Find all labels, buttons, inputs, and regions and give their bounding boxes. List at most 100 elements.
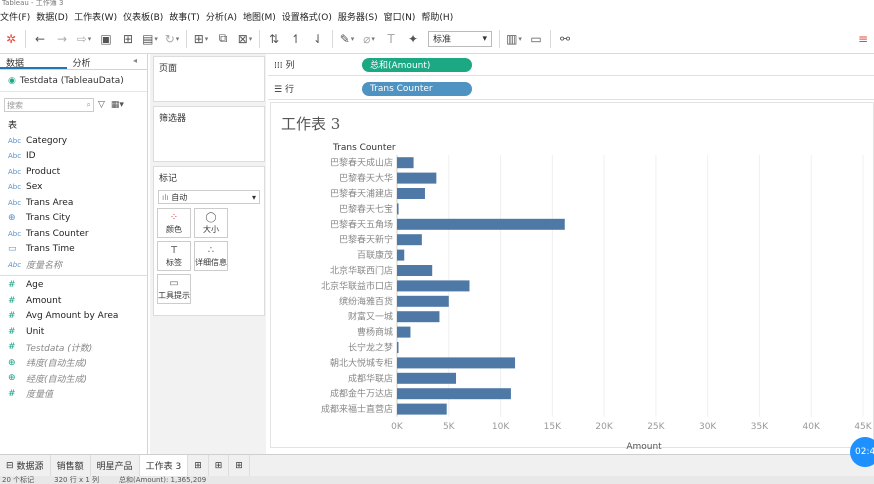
- menu-format[interactable]: 设置格式(O): [282, 10, 338, 23]
- bar: [397, 188, 425, 199]
- pin-icon[interactable]: ✦: [402, 28, 424, 50]
- sort-ascending-icon[interactable]: ↿: [285, 28, 307, 50]
- new-dashboard-icon[interactable]: ⊞: [209, 454, 230, 477]
- field-search-input[interactable]: 搜索 ⌕: [4, 98, 94, 112]
- field-sex[interactable]: Abc Sex: [0, 180, 147, 196]
- field-trans-city[interactable]: ⊕ Trans City: [0, 211, 147, 227]
- new-worksheet-icon[interactable]: ⊞: [188, 454, 209, 477]
- group-icon[interactable]: ⌀: [358, 28, 380, 50]
- menu-worksheet[interactable]: 工作表(W): [74, 10, 123, 23]
- share-icon[interactable]: ⚯: [554, 28, 576, 50]
- sheet-tab-sales[interactable]: 销售额: [51, 454, 91, 477]
- labels-icon[interactable]: T: [380, 28, 402, 50]
- menu-data[interactable]: 数据(D): [36, 10, 74, 23]
- field-label: 纬度(自动生成): [26, 359, 88, 370]
- field-label: Category: [26, 135, 68, 146]
- swap-icon[interactable]: ⇅: [263, 28, 285, 50]
- calendar-icon: ▭: [8, 244, 17, 255]
- datasource-item[interactable]: ◉ Testdata (TableauData): [0, 70, 147, 92]
- new-datasource-icon[interactable]: ⊞: [117, 28, 139, 50]
- show-me-icon[interactable]: ≡: [852, 28, 874, 50]
- field-label: Trans Counter: [26, 228, 89, 239]
- fit-select[interactable]: 标准 ▾: [428, 30, 492, 47]
- filters-card[interactable]: 筛选器: [153, 106, 265, 162]
- tableau-logo-icon[interactable]: ✲: [0, 28, 22, 50]
- forward-arrow-icon[interactable]: →: [51, 28, 73, 50]
- datasource-tab[interactable]: ⊟ 数据源: [0, 454, 51, 477]
- menu-analysis[interactable]: 分析(A): [206, 10, 243, 23]
- filter-icon[interactable]: ▽: [98, 100, 105, 110]
- field-product[interactable]: Abc Product: [0, 164, 147, 180]
- menu-map[interactable]: 地图(M): [243, 10, 282, 23]
- bar: [397, 357, 516, 369]
- field-record-count[interactable]: # Testdata (计数): [0, 340, 147, 356]
- refresh-icon[interactable]: ↻: [161, 28, 183, 50]
- bar: [397, 326, 411, 338]
- status-marks: 20 个标记: [2, 476, 35, 484]
- new-story-icon[interactable]: ⊞: [229, 454, 250, 477]
- sheet-tab-star-products[interactable]: 明星产品: [91, 454, 140, 477]
- detail-label: 详细信息: [195, 257, 227, 267]
- menu-story[interactable]: 故事(T): [169, 10, 206, 23]
- back-arrow-icon[interactable]: ←: [29, 28, 51, 50]
- fit-select-value: 标准: [433, 35, 452, 45]
- menu-dashboard[interactable]: 仪表板(B): [123, 10, 169, 23]
- search-icon: ⌕: [86, 100, 91, 109]
- x-tick-label: 35K: [751, 422, 769, 432]
- field-amount[interactable]: # Amount: [0, 293, 147, 309]
- field-trans-counter[interactable]: Abc Trans Counter: [0, 226, 147, 242]
- field-longitude[interactable]: ⊕ 经度(自动生成): [0, 371, 147, 387]
- tab-data[interactable]: 数据: [0, 54, 67, 69]
- data-pane: 数据 分析 ◂ ◉ Testdata (TableauData) 搜索 ⌕ ▽ …: [0, 54, 148, 454]
- menu-file[interactable]: 文件(F): [0, 10, 36, 23]
- size-button[interactable]: ◯ 大小: [194, 208, 228, 238]
- field-unit[interactable]: # Unit: [0, 324, 147, 340]
- bar: [397, 372, 457, 384]
- pause-updates-icon[interactable]: ▤: [139, 28, 161, 50]
- detail-button[interactable]: ∴ 详细信息: [194, 241, 228, 271]
- marks-card-title: 标记: [159, 174, 178, 184]
- tab-analysis[interactable]: 分析: [67, 54, 134, 69]
- color-button[interactable]: ⁘ 颜色: [157, 208, 191, 238]
- field-age[interactable]: # Age: [0, 278, 147, 294]
- columns-shelf[interactable]: ⁞⁞⁞ 列 总和(Amount): [268, 54, 874, 76]
- minimize-icon[interactable]: ◂: [133, 54, 147, 69]
- string-type-icon: Abc: [8, 167, 22, 176]
- menu-help[interactable]: 帮助(H): [421, 10, 459, 23]
- menu-server[interactable]: 服务器(S): [338, 10, 384, 23]
- rows-pill-trans-counter[interactable]: Trans Counter: [362, 81, 472, 96]
- clear-sheet-icon[interactable]: ⊠: [234, 28, 256, 50]
- field-avg-amount-by-area[interactable]: # Avg Amount by Area: [0, 309, 147, 325]
- duplicate-sheet-icon[interactable]: ⧉: [212, 28, 234, 50]
- rows-shelf[interactable]: ☰ 行 Trans Counter: [268, 78, 874, 100]
- bar: [397, 249, 405, 261]
- menu-window[interactable]: 窗口(N): [384, 10, 422, 23]
- field-label: Age: [26, 280, 44, 291]
- timer-badge: 02:4: [850, 437, 874, 467]
- field-trans-area[interactable]: Abc Trans Area: [0, 195, 147, 211]
- field-measure-names[interactable]: Abc 度量名称: [0, 257, 147, 273]
- bar: [397, 388, 511, 400]
- string-type-icon: Abc: [8, 260, 22, 269]
- save-icon[interactable]: ▣: [95, 28, 117, 50]
- highlight-icon[interactable]: ✎: [336, 28, 358, 50]
- new-worksheet-icon[interactable]: ⊞: [190, 28, 212, 50]
- field-category[interactable]: Abc Category: [0, 133, 147, 149]
- field-measure-values[interactable]: # 度量值: [0, 386, 147, 402]
- sheet-tab-sheet3[interactable]: 工作表 3: [139, 454, 189, 477]
- category-label: 成都来福士直营店: [321, 403, 393, 415]
- field-id[interactable]: Abc ID: [0, 149, 147, 165]
- pages-card[interactable]: 页面: [153, 56, 265, 102]
- field-trans-time[interactable]: ▭ Trans Time: [0, 242, 147, 258]
- show-cards-icon[interactable]: ▥: [503, 28, 525, 50]
- mark-type-select[interactable]: ılı 自动 ▾: [158, 190, 260, 204]
- presentation-mode-icon[interactable]: ▭: [525, 28, 547, 50]
- tooltip-button[interactable]: ▭ 工具提示: [157, 274, 191, 304]
- view-options-icon[interactable]: ▦▾: [111, 100, 124, 110]
- label-button[interactable]: T 标签: [157, 241, 191, 271]
- columns-pill-sum-amount[interactable]: 总和(Amount): [362, 57, 472, 72]
- field-latitude[interactable]: ⊕ 纬度(自动生成): [0, 355, 147, 371]
- sort-descending-icon[interactable]: ⇃: [307, 28, 329, 50]
- redo-icon[interactable]: ⇨: [73, 28, 95, 50]
- toolbar: ✲ ← → ⇨ ▣ ⊞ ▤ ↻ ⊞ ⧉ ⊠ ⇅ ↿ ⇃ ✎ ⌀ T ✦ 标准 ▾…: [0, 24, 874, 54]
